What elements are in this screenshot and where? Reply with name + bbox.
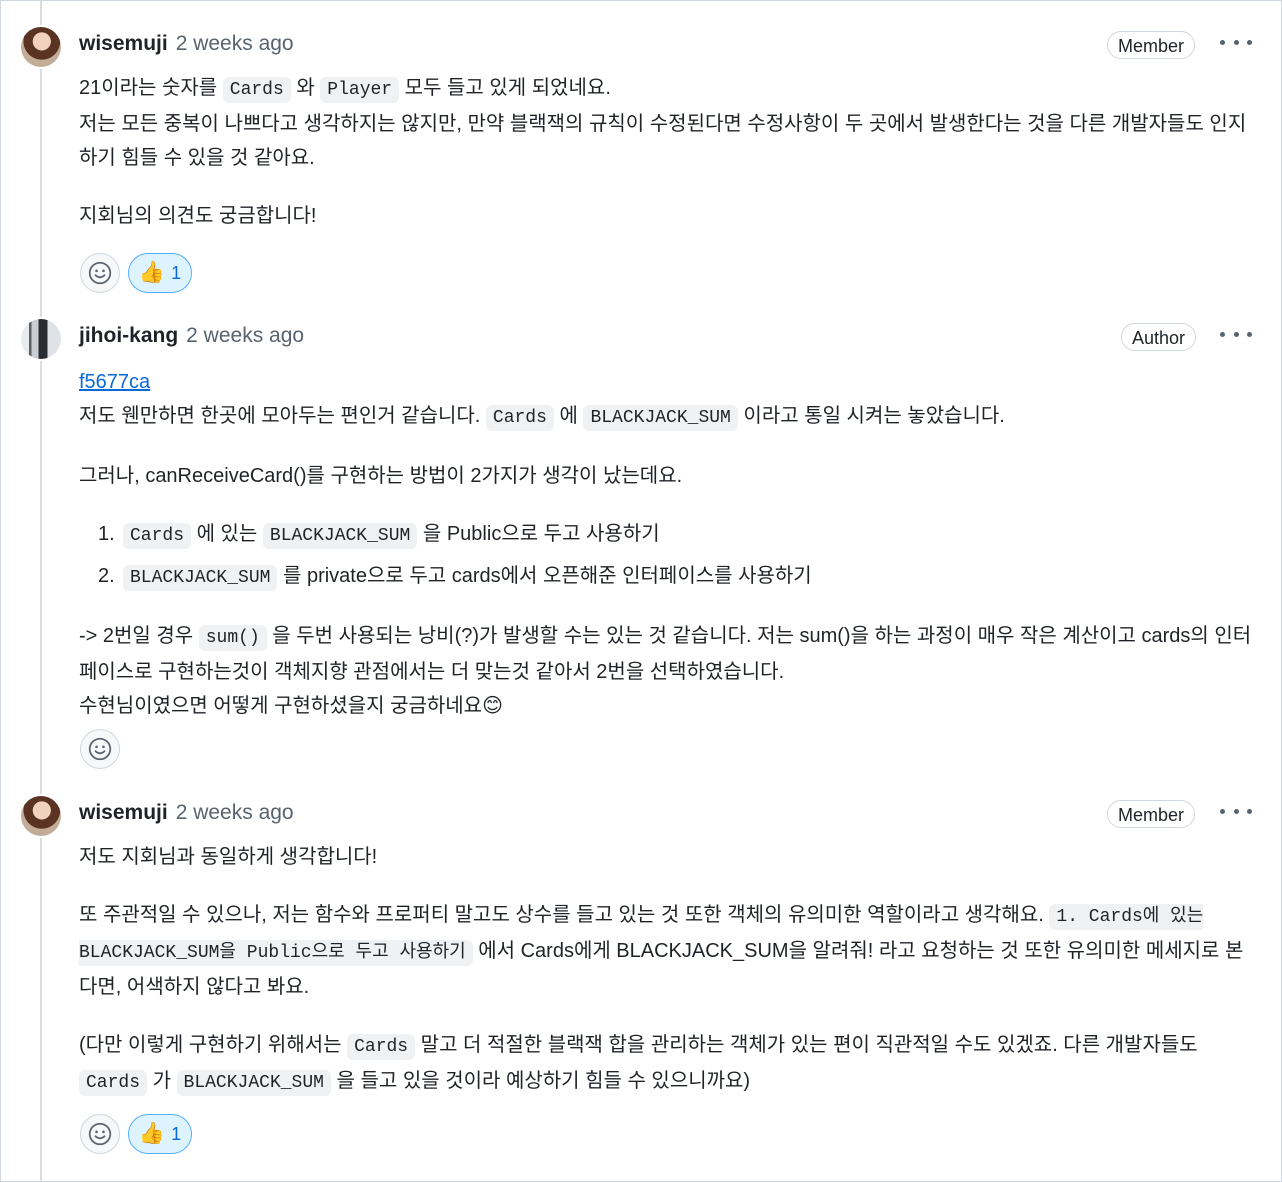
author-badge: Author xyxy=(1121,323,1197,351)
paragraph: (다만 이렇게 구현하기 위해서는 Cards 말고 더 적절한 블랙잭 합을 … xyxy=(79,1028,1255,1100)
ordered-list: 1. Cards 에 있는 BLACKJACK_SUM 을 Public으로 두고… xyxy=(79,517,1255,595)
kebab-horizontal-icon[interactable] xyxy=(1220,804,1252,818)
thumbs-up-reaction[interactable]: 👍 1 xyxy=(128,1114,192,1154)
author-link[interactable]: wisemuji xyxy=(79,32,168,56)
comment-header: wisemuji 2 weeks ago xyxy=(79,29,294,59)
smiling-face-emoji: 😊 xyxy=(482,695,503,717)
add-reaction-button[interactable] xyxy=(80,253,120,293)
thumbs-up-reaction[interactable]: 👍 1 xyxy=(128,253,192,293)
smiley-icon xyxy=(88,261,112,285)
inline-code: Cards xyxy=(123,523,192,549)
thumbs-up-icon: 👍 xyxy=(138,261,166,284)
thumbs-up-icon: 👍 xyxy=(138,1122,166,1145)
inline-code: Cards xyxy=(347,1034,416,1060)
commit-link[interactable]: f5677ca xyxy=(79,371,150,393)
timestamp-link[interactable]: 2 weeks ago xyxy=(176,801,294,825)
paragraph: 지회님의 의견도 궁금합니다! xyxy=(79,205,317,227)
add-reaction-button[interactable] xyxy=(80,729,120,769)
inline-code: sum() xyxy=(198,625,267,651)
paragraph: 저도 지회님과 동일하게 생각합니다! xyxy=(79,846,378,868)
paragraph: 또 주관적일 수 있으나, 저는 함수와 프로퍼티 말고도 상수를 들고 있는 … xyxy=(79,904,1244,998)
paragraph: 21이라는 숫자를 Cards 와 Player 모두 들고 있게 되었네요. 저… xyxy=(79,77,1247,169)
reaction-count: 1 xyxy=(171,262,182,283)
kebab-horizontal-icon[interactable] xyxy=(1220,35,1252,49)
comment-header: wisemuji 2 weeks ago xyxy=(79,798,294,828)
member-badge: Member xyxy=(1107,800,1196,828)
inline-code: Cards xyxy=(79,1070,148,1096)
comment-body: f5677ca 저도 웬만하면 한곳에 모아두는 편인거 같습니다. Cards … xyxy=(79,365,1255,723)
comment-body: 저도 지회님과 동일하게 생각합니다! 또 주관적일 수 있으나, 저는 함수와… xyxy=(79,840,1255,1100)
timestamp-link[interactable]: 2 weeks ago xyxy=(176,32,294,56)
list-item: 1. Cards 에 있는 BLACKJACK_SUM 을 Public으로 두고… xyxy=(79,517,1255,553)
inline-code: BLACKJACK_SUM xyxy=(123,565,278,591)
reaction-count: 1 xyxy=(171,1123,182,1144)
inline-code: Cards xyxy=(485,405,554,431)
paragraph: f5677ca 저도 웬만하면 한곳에 모아두는 편인거 같습니다. Cards … xyxy=(79,365,1255,435)
inline-code: BLACKJACK_SUM xyxy=(583,405,738,431)
timestamp-link[interactable]: 2 weeks ago xyxy=(186,324,304,348)
smiley-icon xyxy=(88,1122,112,1146)
timeline-line xyxy=(40,1,42,1181)
list-item: 2. BLACKJACK_SUM 를 private으로 두고 cards에서 오… xyxy=(79,559,1255,595)
avatar[interactable] xyxy=(21,796,61,836)
smiley-icon xyxy=(88,737,112,761)
inline-code: Cards xyxy=(222,77,291,103)
paragraph: 그러나, canReceiveCard()를 구현하는 방법이 2가지가 생각이… xyxy=(79,465,683,487)
comment-body: 21이라는 숫자를 Cards 와 Player 모두 들고 있게 되었네요. 저… xyxy=(79,71,1255,233)
discussion-thread: wisemuji 2 weeks ago Member 21이라는 숫자를 Ca… xyxy=(0,0,1282,1182)
kebab-horizontal-icon[interactable] xyxy=(1220,327,1252,341)
avatar[interactable] xyxy=(21,319,61,359)
author-link[interactable]: jihoi-kang xyxy=(79,324,178,348)
inline-code: BLACKJACK_SUM xyxy=(262,523,418,549)
inline-code: BLACKJACK_SUM xyxy=(176,1070,331,1096)
paragraph: -> 2번일 경우 sum() 을 두번 사용되는 낭비(?)가 발생할 수는 … xyxy=(79,625,1252,717)
add-reaction-button[interactable] xyxy=(80,1114,120,1154)
author-link[interactable]: wisemuji xyxy=(79,801,168,825)
inline-code: Player xyxy=(320,77,400,103)
member-badge: Member xyxy=(1107,31,1196,59)
comment-header: jihoi-kang 2 weeks ago xyxy=(79,321,304,351)
avatar[interactable] xyxy=(21,27,61,67)
